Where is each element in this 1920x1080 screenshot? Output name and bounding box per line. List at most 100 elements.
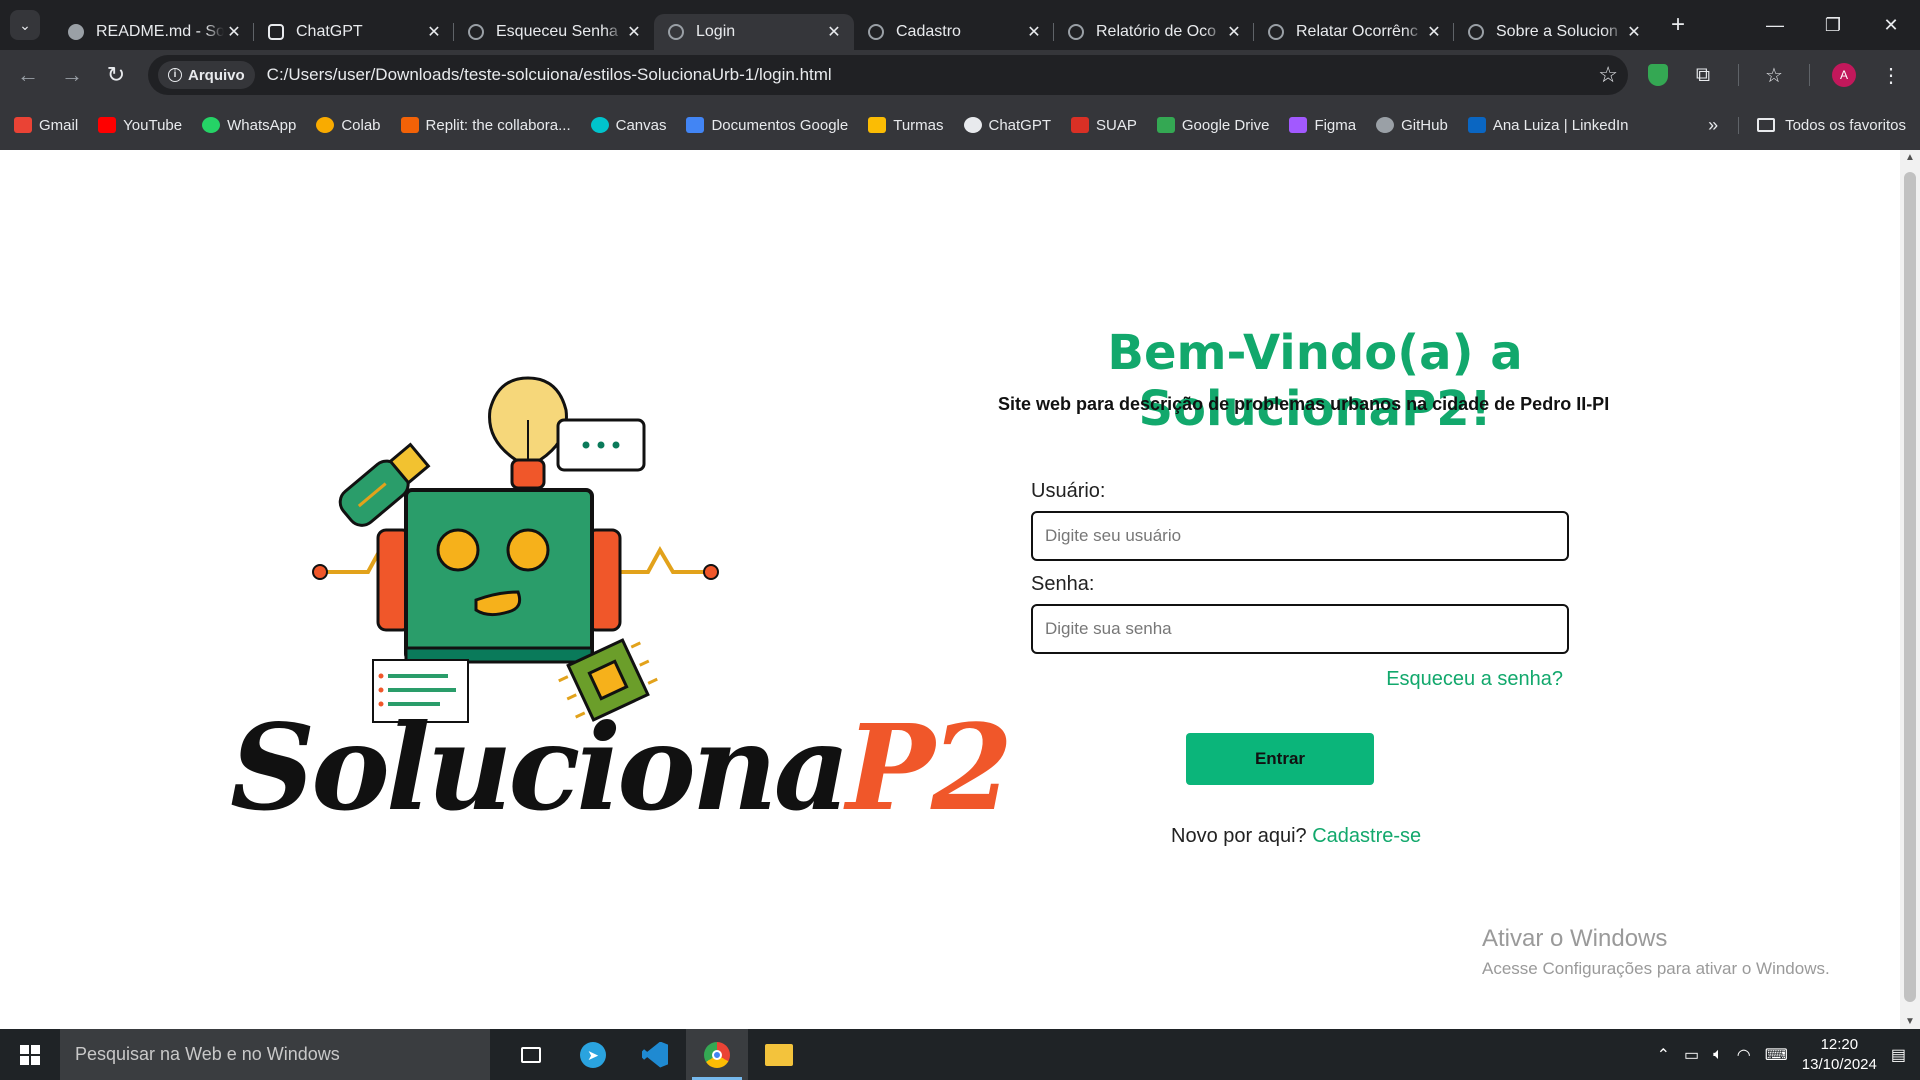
login-button[interactable]: Entrar bbox=[1186, 733, 1374, 785]
extensions-icon[interactable]: ⧉ bbox=[1690, 64, 1716, 87]
activation-title: Ativar o Windows bbox=[1482, 925, 1668, 952]
bookmark-drive[interactable]: Google Drive bbox=[1156, 117, 1269, 134]
tab-sobre[interactable]: Sobre a Solucion ✕ bbox=[1454, 14, 1654, 50]
input-method-icon[interactable]: ⌨︎ bbox=[1765, 1045, 1788, 1065]
bookmark-whatsapp[interactable]: WhatsApp bbox=[202, 117, 296, 134]
tab-title: ChatGPT bbox=[296, 23, 363, 40]
volume-icon[interactable]: 🔈︎ bbox=[1713, 1046, 1723, 1064]
tab-relatar-ocorrencia[interactable]: Relatar Ocorrênc ✕ bbox=[1254, 14, 1454, 50]
new-tab-button[interactable]: + bbox=[1660, 7, 1696, 43]
bookmark-label: Replit: the collabora... bbox=[425, 116, 571, 134]
start-button[interactable] bbox=[0, 1044, 60, 1065]
close-icon[interactable]: ✕ bbox=[1224, 22, 1244, 42]
globe-icon bbox=[868, 24, 884, 40]
chevron-up-icon[interactable]: ⌃ bbox=[1657, 1045, 1670, 1065]
close-icon[interactable]: ✕ bbox=[1424, 22, 1444, 42]
signup-row: Novo por aqui? Cadastre-se bbox=[1171, 825, 1569, 848]
tab-title: README.md - So bbox=[96, 23, 224, 40]
brand-main: Soluciona bbox=[230, 698, 850, 837]
tab-chatgpt[interactable]: ChatGPT ✕ bbox=[254, 14, 454, 50]
notification-icon[interactable]: ▤ bbox=[1891, 1045, 1906, 1065]
chatgpt-icon bbox=[268, 24, 284, 40]
site-info-chip[interactable]: i Arquivo bbox=[158, 61, 255, 89]
address-bar[interactable]: i Arquivo C:/Users/user/Downloads/teste-… bbox=[148, 55, 1628, 95]
bookmark-docs[interactable]: Documentos Google bbox=[686, 117, 848, 134]
bookmark-chatgpt[interactable]: ChatGPT bbox=[963, 117, 1051, 134]
bookmark-label: SUAP bbox=[1096, 116, 1137, 134]
tab-cadastro[interactable]: Cadastro ✕ bbox=[854, 14, 1054, 50]
wifi-icon[interactable]: ◠ bbox=[1737, 1045, 1751, 1065]
replit-icon bbox=[400, 117, 419, 133]
tab-search-button[interactable]: ⌄ bbox=[10, 10, 40, 40]
window-controls: — ❐ ✕ bbox=[1746, 15, 1920, 36]
bookmark-canvas[interactable]: Canvas bbox=[590, 117, 666, 134]
close-icon[interactable]: ✕ bbox=[224, 22, 244, 42]
forgot-password-link[interactable]: Esqueceu a senha? bbox=[1031, 668, 1563, 691]
file-explorer-app[interactable] bbox=[748, 1029, 810, 1080]
close-icon[interactable]: ✕ bbox=[1024, 22, 1044, 42]
bookmark-github[interactable]: GitHub bbox=[1376, 117, 1448, 134]
windows-logo-icon bbox=[20, 1044, 40, 1065]
close-icon[interactable]: ✕ bbox=[1624, 22, 1644, 42]
globe-icon bbox=[1268, 24, 1284, 40]
close-icon[interactable]: ✕ bbox=[624, 22, 644, 42]
tab-readme[interactable]: README.md - So ✕ bbox=[54, 14, 254, 50]
bookmark-star-icon[interactable]: ☆ bbox=[1598, 62, 1618, 88]
minimize-icon[interactable]: — bbox=[1746, 15, 1804, 36]
bookmark-linkedin[interactable]: Ana Luiza | LinkedIn bbox=[1467, 116, 1629, 134]
scrollbar-thumb[interactable] bbox=[1904, 172, 1916, 1002]
signup-link[interactable]: Cadastre-se bbox=[1312, 825, 1421, 847]
tab-title: Cadastro bbox=[896, 23, 961, 40]
battery-icon[interactable]: ▭ bbox=[1684, 1045, 1699, 1065]
taskbar-apps: ➤ bbox=[500, 1029, 810, 1080]
username-label: Usuário: bbox=[1031, 480, 1106, 502]
close-window-icon[interactable]: ✕ bbox=[1862, 15, 1920, 36]
close-icon[interactable]: ✕ bbox=[424, 22, 444, 42]
tab-title: Relatório de Oco bbox=[1096, 23, 1217, 40]
bookmark-suap[interactable]: SUAP bbox=[1071, 117, 1137, 134]
profile-avatar[interactable]: A bbox=[1832, 63, 1856, 87]
scroll-down-icon[interactable]: ▼ bbox=[1900, 1016, 1920, 1027]
vscode-app[interactable] bbox=[624, 1029, 686, 1080]
task-view-button[interactable] bbox=[500, 1029, 562, 1080]
taskbar-clock[interactable]: 12:20 13/10/2024 bbox=[1802, 1035, 1877, 1075]
bookmark-label: Ana Luiza | LinkedIn bbox=[1492, 116, 1629, 134]
page-scrollbar[interactable]: ▲ ▼ bbox=[1900, 150, 1920, 1029]
taskbar-search[interactable]: Pesquisar na Web e no Windows bbox=[60, 1029, 490, 1080]
password-input[interactable] bbox=[1031, 604, 1569, 654]
bookmark-label: Gmail bbox=[39, 116, 79, 134]
chrome-app[interactable] bbox=[686, 1029, 748, 1080]
bookmark-turmas[interactable]: Turmas bbox=[868, 117, 944, 134]
info-icon: i bbox=[168, 68, 182, 82]
bookmark-youtube[interactable]: YouTube bbox=[98, 117, 182, 134]
tab-title: Sobre a Solucion bbox=[1496, 23, 1618, 40]
menu-kebab-icon[interactable]: ⋮ bbox=[1878, 63, 1904, 88]
restore-icon[interactable]: ❐ bbox=[1804, 15, 1862, 36]
tab-relatorio[interactable]: Relatório de Oco ✕ bbox=[1054, 14, 1254, 50]
password-label: Senha: bbox=[1031, 573, 1095, 595]
bookmark-colab[interactable]: Colab bbox=[316, 117, 381, 134]
bookmark-replit[interactable]: Replit: the collabora... bbox=[400, 116, 571, 134]
bookmarks-overflow-button[interactable]: » bbox=[1708, 115, 1718, 136]
back-button[interactable]: ← bbox=[6, 62, 50, 88]
bookmark-label: GitHub bbox=[1401, 116, 1448, 134]
all-bookmarks-folder[interactable]: Todos os favoritos bbox=[1738, 116, 1906, 134]
scroll-up-icon[interactable]: ▲ bbox=[1900, 152, 1920, 163]
reload-button[interactable]: ↻ bbox=[94, 62, 138, 88]
forward-button[interactable]: → bbox=[50, 62, 94, 88]
bookmark-figma[interactable]: Figma bbox=[1289, 117, 1356, 134]
tab-login[interactable]: Login ✕ bbox=[654, 14, 854, 50]
extension-shield-icon[interactable] bbox=[1648, 64, 1668, 86]
telegram-app[interactable]: ➤ bbox=[562, 1029, 624, 1080]
bookmark-gmail[interactable]: Gmail bbox=[14, 117, 78, 134]
bookmark-label: Documentos Google bbox=[711, 116, 849, 134]
tab-esqueceu-senha[interactable]: Esqueceu Senha ✕ bbox=[454, 14, 654, 50]
close-icon[interactable]: ✕ bbox=[824, 22, 844, 42]
url-text[interactable]: C:/Users/user/Downloads/teste-solcuiona/… bbox=[267, 65, 1599, 85]
gmail-icon bbox=[14, 117, 32, 133]
username-input[interactable] bbox=[1031, 511, 1569, 561]
suap-icon bbox=[1071, 117, 1090, 133]
bookmarks-panel-icon[interactable]: ☆ bbox=[1761, 63, 1787, 88]
vscode-icon bbox=[642, 1041, 668, 1068]
folder-icon bbox=[1757, 118, 1776, 132]
